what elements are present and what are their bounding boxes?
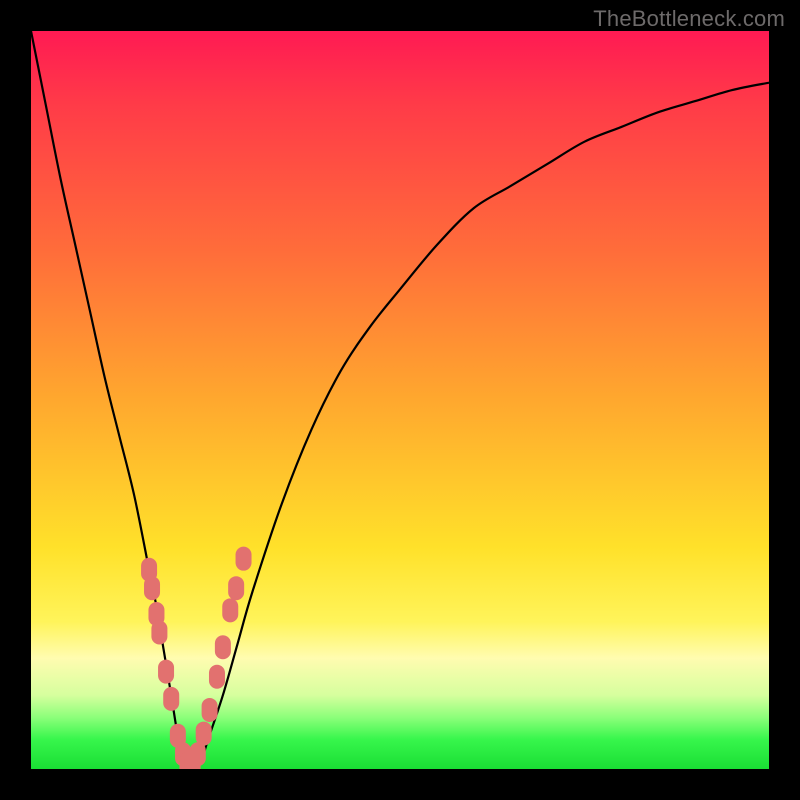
curve-marker	[196, 722, 212, 746]
curve-markers	[141, 547, 251, 769]
plot-area	[31, 31, 769, 769]
curve-marker	[222, 598, 238, 622]
curve-marker	[190, 742, 206, 766]
bottleneck-curve	[31, 31, 769, 769]
curve-marker	[158, 660, 174, 684]
chart-frame: TheBottleneck.com	[0, 0, 800, 800]
watermark-text: TheBottleneck.com	[593, 6, 785, 32]
curve-marker	[144, 576, 160, 600]
curve-marker	[202, 698, 218, 722]
curve-marker	[209, 665, 225, 689]
curve-marker	[228, 576, 244, 600]
curve-marker	[236, 547, 252, 571]
curve-marker	[215, 635, 231, 659]
curve-marker	[151, 620, 167, 644]
curve-line	[31, 31, 769, 769]
curve-marker	[163, 687, 179, 711]
curve-layer	[31, 31, 769, 769]
